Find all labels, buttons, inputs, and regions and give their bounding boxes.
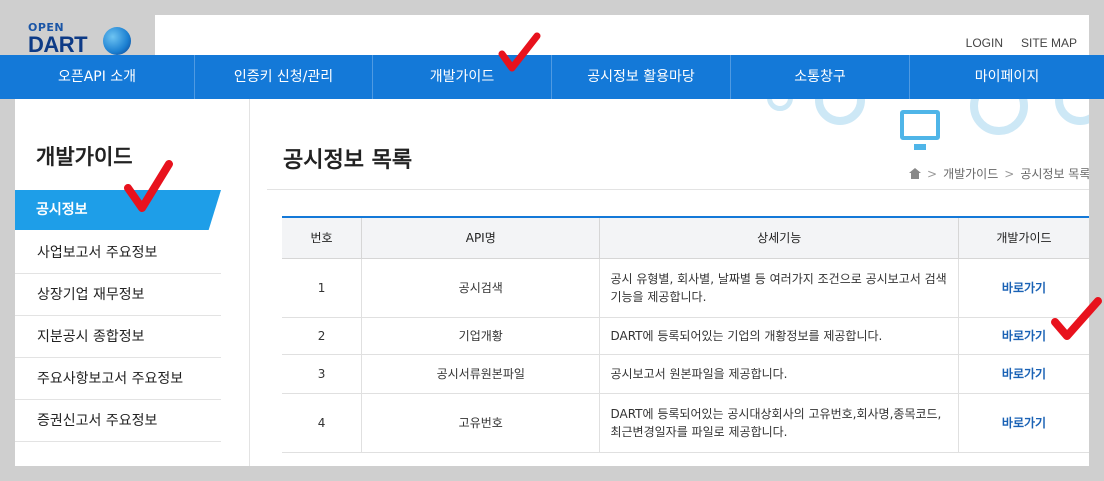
- sidebar-item[interactable]: 주요사항보고서 주요정보: [15, 358, 221, 400]
- sitemap-link[interactable]: SITE MAP: [1021, 36, 1077, 50]
- breadcrumb-separator: >: [927, 166, 938, 181]
- row-guide-cell: 바로가기: [958, 354, 1089, 394]
- go-link[interactable]: 바로가기: [1002, 281, 1046, 295]
- row-desc: 공시 유형별, 회사별, 날짜별 등 여러가지 조건으로 공시보고서 검색기능을…: [599, 258, 959, 318]
- go-link[interactable]: 바로가기: [1002, 367, 1046, 381]
- main-nav: 오픈API 소개 인증키 신청/관리 개발가이드 공시정보 활용마당 소통창구 …: [0, 55, 1104, 99]
- check-mark-icon: [1051, 297, 1102, 340]
- sidebar-list: 사업보고서 주요정보 상장기업 재무정보 지분공시 종합정보 주요사항보고서 주…: [15, 232, 221, 442]
- sidebar-item-disclosure[interactable]: 공시정보: [15, 190, 221, 230]
- go-link[interactable]: 바로가기: [1002, 329, 1046, 343]
- sidebar-item[interactable]: 상장기업 재무정보: [15, 274, 221, 316]
- breadcrumb-item[interactable]: 공시정보 목록: [1020, 165, 1089, 182]
- breadcrumb-item[interactable]: 개발가이드: [943, 165, 998, 182]
- nav-item-communication[interactable]: 소통창구: [731, 55, 910, 99]
- go-link[interactable]: 바로가기: [1002, 416, 1046, 430]
- row-no: 2: [282, 317, 363, 355]
- col-header-guide: 개발가이드: [958, 216, 1089, 259]
- check-mark-icon: [124, 160, 173, 212]
- row-api-name: 기업개황: [361, 317, 601, 355]
- divider: [267, 189, 1089, 190]
- row-api-name: 공시서류원본파일: [361, 354, 601, 394]
- login-link[interactable]: LOGIN: [966, 36, 1003, 50]
- col-header-no: 번호: [282, 216, 363, 259]
- row-desc: DART에 등록되어있는 공시대상회사의 고유번호,회사명,종목코드, 최근변경…: [599, 393, 959, 453]
- monitor-check-icon: [900, 110, 940, 150]
- row-guide-cell: 바로가기: [958, 393, 1089, 453]
- row-no: 3: [282, 354, 363, 394]
- breadcrumb-separator: >: [1004, 166, 1015, 181]
- top-links: LOGIN SITE MAP: [966, 36, 1077, 50]
- sidebar-item[interactable]: 지분공시 종합정보: [15, 316, 221, 358]
- breadcrumb: > 개발가이드 > 공시정보 목록: [909, 165, 1089, 182]
- row-desc: 공시보고서 원본파일을 제공합니다.: [599, 354, 959, 394]
- home-icon[interactable]: [909, 168, 921, 179]
- sidebar-item[interactable]: 사업보고서 주요정보: [15, 232, 221, 274]
- api-table: 번호 API명 상세기능 개발가이드 1 공시검색 공시 유형별, 회사별, 날…: [282, 216, 1089, 453]
- row-desc: DART에 등록되어있는 기업의 개황정보를 제공합니다.: [599, 317, 959, 355]
- table-row: 2 기업개황 DART에 등록되어있는 기업의 개황정보를 제공합니다. 바로가…: [282, 317, 1089, 355]
- nav-item-api-intro[interactable]: 오픈API 소개: [0, 55, 195, 99]
- table-row: 4 고유번호 DART에 등록되어있는 공시대상회사의 고유번호,회사명,종목코…: [282, 393, 1089, 453]
- nav-item-key[interactable]: 인증키 신청/관리: [195, 55, 373, 99]
- row-api-name: 공시검색: [361, 258, 601, 318]
- sidebar-title: 개발가이드: [36, 145, 133, 169]
- page-title: 공시정보 목록: [283, 148, 413, 173]
- logo-globe-icon: [103, 27, 131, 55]
- nav-item-mypage[interactable]: 마이페이지: [910, 55, 1104, 99]
- col-header-desc: 상세기능: [599, 216, 959, 259]
- sidebar-item[interactable]: 증권신고서 주요정보: [15, 400, 221, 442]
- table-row: 1 공시검색 공시 유형별, 회사별, 날짜별 등 여러가지 조건으로 공시보고…: [282, 258, 1089, 318]
- table-row: 3 공시서류원본파일 공시보고서 원본파일을 제공합니다. 바로가기: [282, 354, 1089, 394]
- row-no: 4: [282, 393, 363, 453]
- sidebar: 개발가이드 공시정보 사업보고서 주요정보 상장기업 재무정보 지분공시 종합정…: [15, 99, 250, 466]
- row-no: 1: [282, 258, 363, 318]
- row-api-name: 고유번호: [361, 393, 601, 453]
- check-mark-icon: [498, 32, 541, 72]
- col-header-api: API명: [361, 216, 601, 259]
- nav-item-disclosure-use[interactable]: 공시정보 활용마당: [552, 55, 731, 99]
